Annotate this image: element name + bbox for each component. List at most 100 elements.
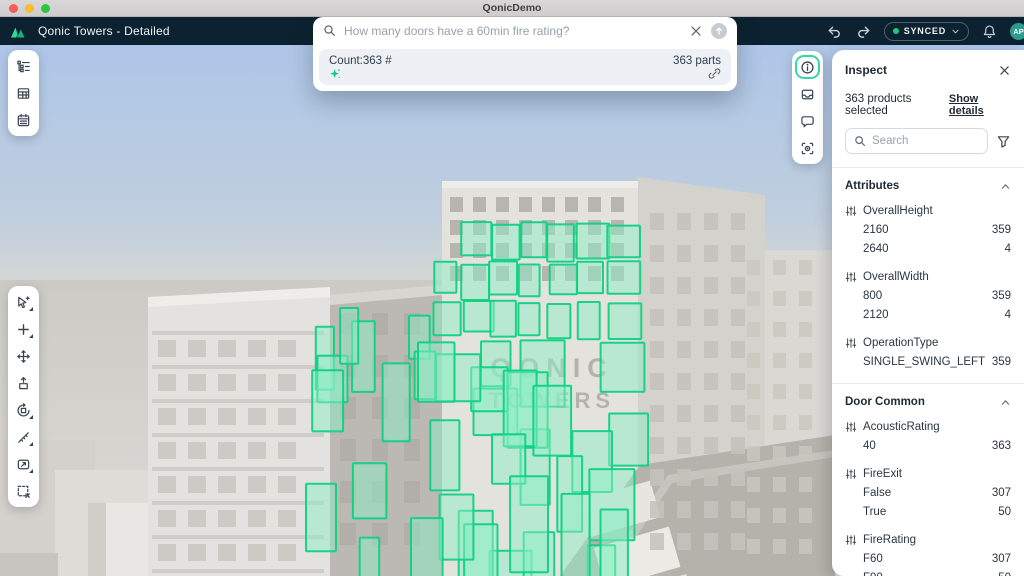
attribute-name: AcousticRating bbox=[863, 421, 940, 433]
attribute-name-row[interactable]: OverallHeight bbox=[845, 201, 1011, 220]
sync-status-button[interactable]: SYNCED bbox=[884, 22, 969, 41]
door-highlight[interactable] bbox=[547, 304, 570, 338]
attribute-group: FireRating F60 307 F90 50 No value 6 bbox=[845, 530, 1011, 576]
attributes-search-box[interactable] bbox=[845, 128, 988, 154]
chevron-up-icon[interactable] bbox=[1000, 397, 1011, 408]
schedule-view-button[interactable] bbox=[11, 108, 36, 132]
door-highlight[interactable] bbox=[490, 301, 516, 337]
attribute-name-row[interactable]: AcousticRating bbox=[845, 417, 1011, 436]
door-highlight[interactable] bbox=[461, 265, 489, 300]
attribute-count: 359 bbox=[992, 290, 1011, 302]
attribute-name-row[interactable]: OverallWidth bbox=[845, 267, 1011, 286]
attribute-value-row[interactable]: 40 363 bbox=[845, 436, 1011, 455]
focus-selection-button[interactable] bbox=[795, 136, 820, 160]
section-header[interactable]: Attributes bbox=[845, 180, 1011, 192]
door-highlight[interactable] bbox=[607, 226, 640, 258]
user-avatar[interactable]: AP bbox=[1009, 22, 1024, 41]
door-highlight[interactable] bbox=[489, 261, 517, 294]
door-highlight[interactable] bbox=[434, 262, 456, 293]
show-details-link[interactable]: Show details bbox=[949, 93, 1011, 117]
attribute-name: OperationType bbox=[863, 337, 938, 349]
attribute-value-row[interactable]: SINGLE_SWING_LEFT 359 bbox=[845, 352, 1011, 371]
window-title: QonicDemo bbox=[0, 2, 1024, 14]
door-highlight[interactable] bbox=[519, 265, 540, 297]
attribute-value-row[interactable]: 2640 4 bbox=[845, 239, 1011, 258]
door-highlight[interactable] bbox=[383, 363, 410, 441]
comments-panel-button[interactable] bbox=[795, 109, 820, 133]
app-window: QONIC TOWERS QonicDemo Qonic Towers - De… bbox=[0, 0, 1024, 576]
link-icon[interactable] bbox=[708, 67, 721, 80]
door-highlight[interactable] bbox=[306, 484, 336, 552]
door-highlight[interactable] bbox=[521, 222, 546, 257]
door-highlight[interactable] bbox=[609, 414, 648, 466]
door-highlight[interactable] bbox=[440, 495, 474, 560]
door-highlight[interactable] bbox=[312, 370, 343, 431]
search-result-item[interactable]: Count:363 # 363 parts bbox=[319, 49, 731, 85]
attribute-value-row[interactable]: F90 50 bbox=[845, 568, 1011, 576]
attribute-value-row[interactable]: False 307 bbox=[845, 483, 1011, 502]
inbox-panel-button[interactable] bbox=[795, 82, 820, 106]
ai-search-panel: How many doors have a 60min fire rating?… bbox=[313, 17, 737, 91]
attribute-sliders-icon bbox=[845, 534, 857, 546]
attribute-count: 50 bbox=[998, 572, 1011, 576]
table-view-button[interactable] bbox=[11, 81, 36, 105]
measure-button[interactable] bbox=[11, 425, 36, 449]
rotate-button[interactable] bbox=[11, 398, 36, 422]
door-highlight[interactable] bbox=[562, 494, 590, 576]
search-bar[interactable]: How many doors have a 60min fire rating? bbox=[313, 17, 737, 44]
inspect-panel-button[interactable] bbox=[795, 55, 820, 79]
ai-sparkle-icon bbox=[329, 68, 341, 80]
door-highlight[interactable] bbox=[411, 518, 443, 576]
add-button[interactable] bbox=[11, 317, 36, 341]
door-highlight[interactable] bbox=[360, 538, 380, 576]
close-inspect-button[interactable] bbox=[998, 64, 1011, 77]
macos-title-bar: QonicDemo bbox=[0, 0, 1024, 17]
door-highlight[interactable] bbox=[430, 420, 459, 490]
notifications-button[interactable] bbox=[980, 22, 998, 40]
attribute-name-row[interactable]: FireExit bbox=[845, 464, 1011, 483]
door-highlight[interactable] bbox=[464, 301, 494, 332]
push-pull-button[interactable] bbox=[11, 371, 36, 395]
door-highlight[interactable] bbox=[533, 386, 571, 456]
door-highlight[interactable] bbox=[492, 225, 520, 260]
door-highlight[interactable] bbox=[510, 476, 548, 572]
door-highlight[interactable] bbox=[578, 302, 600, 339]
attribute-value-row[interactable]: 2160 359 bbox=[845, 220, 1011, 239]
move-button[interactable] bbox=[11, 344, 36, 368]
door-highlight[interactable] bbox=[461, 222, 491, 255]
door-highlight[interactable] bbox=[547, 224, 574, 261]
attribute-value-row[interactable]: F60 307 bbox=[845, 549, 1011, 568]
door-highlight[interactable] bbox=[577, 224, 610, 259]
attributes-search-input[interactable] bbox=[872, 135, 979, 147]
door-highlight[interactable] bbox=[434, 302, 461, 335]
door-highlight[interactable] bbox=[518, 303, 539, 335]
attribute-value-row[interactable]: 800 359 bbox=[845, 286, 1011, 305]
door-highlight[interactable] bbox=[418, 342, 455, 401]
submit-query-button[interactable] bbox=[711, 23, 727, 39]
section-box-button[interactable] bbox=[11, 479, 36, 503]
attribute-name-row[interactable]: OperationType bbox=[845, 333, 1011, 352]
search-query-text[interactable]: How many doors have a 60min fire rating? bbox=[344, 24, 681, 38]
attribute-sliders-icon bbox=[845, 205, 857, 217]
markup-button[interactable] bbox=[11, 452, 36, 476]
push-pull-icon bbox=[16, 376, 31, 391]
door-highlight[interactable] bbox=[340, 308, 358, 364]
redo-button[interactable] bbox=[855, 22, 873, 40]
smart-select-button[interactable] bbox=[11, 290, 36, 314]
door-highlight[interactable] bbox=[609, 303, 642, 339]
door-highlight[interactable] bbox=[601, 343, 645, 392]
door-highlight[interactable] bbox=[601, 510, 628, 576]
door-highlight[interactable] bbox=[353, 463, 387, 518]
section-header[interactable]: Door Common bbox=[845, 396, 1011, 408]
attribute-name-row[interactable]: FireRating bbox=[845, 530, 1011, 549]
undo-button[interactable] bbox=[826, 22, 844, 40]
model-tree-button[interactable] bbox=[11, 54, 36, 78]
door-highlight[interactable] bbox=[608, 261, 641, 294]
door-highlight[interactable] bbox=[550, 265, 577, 295]
door-highlight[interactable] bbox=[577, 262, 603, 293]
clear-search-button[interactable] bbox=[689, 24, 703, 38]
filter-icon[interactable] bbox=[996, 134, 1011, 149]
attribute-value-row[interactable]: True 50 bbox=[845, 502, 1011, 521]
attribute-value-row[interactable]: 2120 4 bbox=[845, 305, 1011, 324]
chevron-up-icon[interactable] bbox=[1000, 181, 1011, 192]
